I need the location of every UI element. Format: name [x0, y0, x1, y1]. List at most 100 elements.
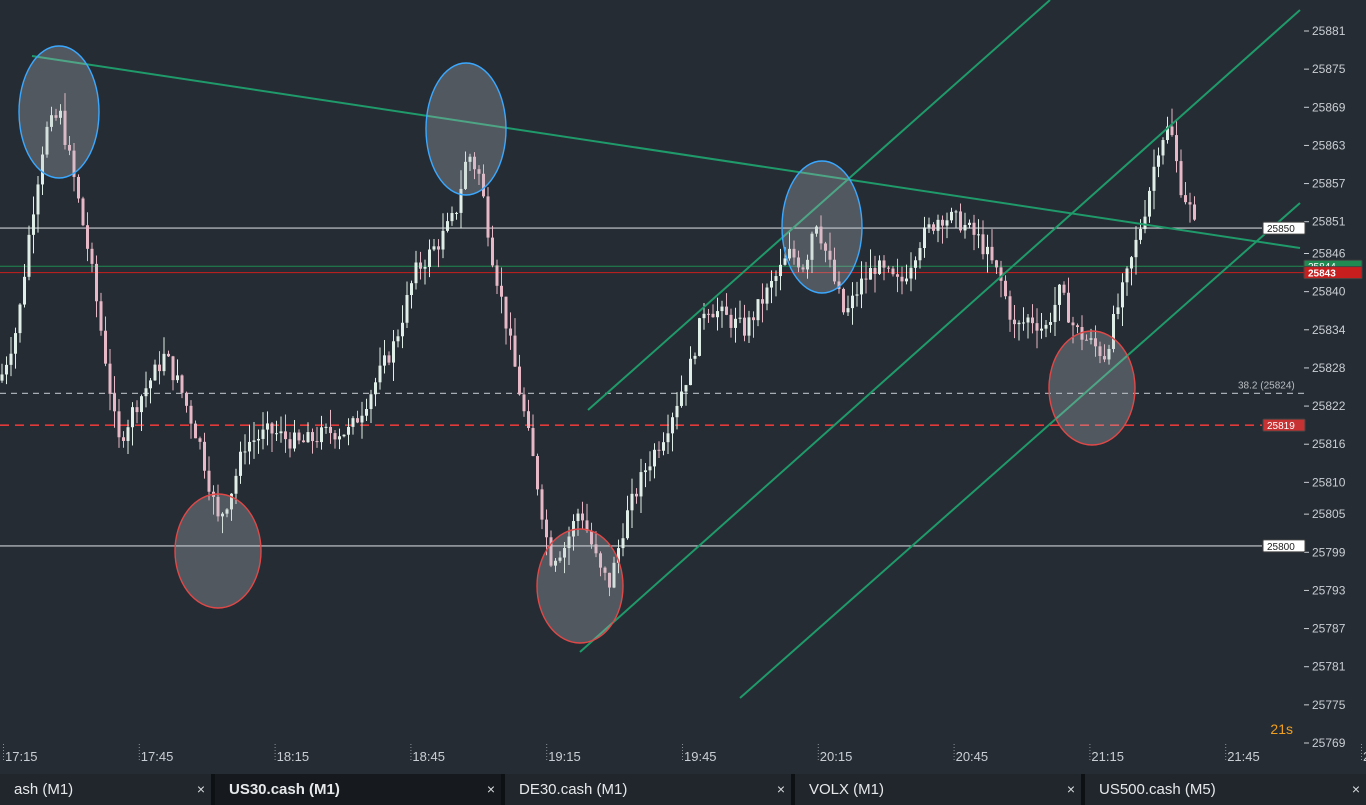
candle-body [401, 322, 404, 337]
price-tag-label: 25819 [1267, 421, 1295, 432]
candle-body [657, 449, 661, 451]
candle-body [27, 234, 31, 277]
candle-body [1157, 155, 1160, 167]
tab-volx-m1[interactable]: VOLX (M1) × [795, 774, 1085, 805]
tab-label: DE30.cash (M1) [519, 781, 628, 798]
close-icon[interactable]: × [487, 774, 495, 805]
time-axis-label: 18:45 [412, 749, 445, 764]
candle-body [5, 364, 8, 375]
price-axis-label: 25769 [1312, 736, 1346, 750]
candle-body [234, 475, 238, 494]
candle-body [734, 318, 737, 328]
candle-body [869, 268, 872, 280]
fib-level-label: 38.2 (25824) [1238, 380, 1295, 391]
price-axis-label: 25828 [1312, 361, 1346, 375]
price-axis-label: 25799 [1312, 545, 1346, 559]
candle-body [891, 268, 895, 275]
candle-body [95, 263, 98, 302]
candle-body [1143, 216, 1147, 230]
candle-body [113, 393, 116, 412]
candle-body [194, 423, 197, 439]
close-icon[interactable]: × [197, 774, 205, 805]
candle-body [711, 313, 715, 318]
price-chart[interactable]: 25881 25875 25869 25863 25857 25851 25846 25840… [0, 0, 1366, 774]
candle-body [378, 365, 382, 383]
candle-body [203, 441, 206, 471]
candle-body [252, 440, 256, 442]
candle-body [0, 374, 4, 381]
tab-us30-cash-m1[interactable]: US30.cash (M1) × [215, 774, 505, 805]
candle-body [126, 427, 130, 441]
candle-body [738, 317, 742, 319]
candle-countdown-timer: 21s [1270, 721, 1293, 737]
candle-body [500, 285, 503, 297]
candle-body [702, 313, 706, 319]
candle-body [432, 246, 436, 250]
candle-body [1058, 284, 1061, 305]
candle-body [180, 375, 184, 393]
candle-body [545, 519, 548, 538]
candle-body [1031, 317, 1034, 324]
candle-body [743, 317, 746, 336]
time-axis-label: 19:45 [684, 749, 717, 764]
candle-body [675, 405, 679, 418]
candle-body [419, 262, 422, 269]
candle-body [959, 211, 962, 231]
candle-body [1193, 204, 1196, 220]
candle-body [882, 260, 886, 268]
candle-body [302, 440, 305, 443]
candle-body [774, 276, 778, 281]
candle-body [189, 405, 193, 424]
candle-body [765, 287, 769, 304]
candle-body [324, 426, 328, 428]
price-axis-label: 25840 [1312, 285, 1346, 299]
candle-body [945, 220, 949, 226]
candle-body [986, 246, 989, 255]
candle-body [639, 472, 643, 497]
candle-body [198, 438, 202, 442]
tab-de30-cash-m1[interactable]: DE30.cash (M1) × [505, 774, 795, 805]
price-axis-label: 25822 [1312, 399, 1346, 413]
price-axis-label: 25863 [1312, 138, 1346, 152]
candle-body [423, 267, 427, 269]
candle-body [1139, 229, 1142, 240]
price-axis-label: 25793 [1312, 583, 1346, 597]
candle-body [257, 438, 260, 441]
candle-body [392, 341, 395, 363]
candle-body [86, 225, 89, 249]
candle-body [239, 451, 242, 476]
price-axis-label: 25846 [1312, 247, 1346, 261]
tab-cash-m1[interactable]: ash (M1) × [0, 774, 215, 805]
candle-body [360, 415, 364, 423]
candle-body [131, 407, 134, 428]
candle-body [909, 267, 913, 279]
price-axis-label: 25781 [1312, 660, 1346, 674]
candle-body [842, 288, 845, 313]
candle-body [698, 318, 701, 356]
candle-body [1035, 323, 1039, 331]
candle-body [576, 513, 580, 522]
candle-body [536, 456, 539, 490]
candle-body [14, 333, 17, 354]
candle-body [288, 439, 292, 449]
candle-body [581, 513, 584, 521]
candle-body [720, 306, 724, 312]
close-icon[interactable]: × [1352, 774, 1360, 805]
candle-body [279, 431, 283, 434]
candle-body [968, 222, 971, 225]
candle-body [306, 432, 310, 443]
price-axis-label: 25857 [1312, 177, 1346, 191]
tab-us500-cash-m5[interactable]: US500.cash (M5) × [1085, 774, 1366, 805]
candle-body [918, 248, 922, 261]
candle-body [315, 441, 319, 443]
candle-body [626, 510, 629, 539]
candle-body [446, 221, 449, 231]
candle-body [783, 258, 787, 265]
candle-body [167, 353, 170, 357]
candle-body [90, 248, 94, 264]
candle-body [770, 280, 773, 288]
candle-body [914, 260, 917, 268]
close-icon[interactable]: × [1067, 774, 1075, 805]
candle-body [923, 227, 926, 249]
close-icon[interactable]: × [777, 774, 785, 805]
